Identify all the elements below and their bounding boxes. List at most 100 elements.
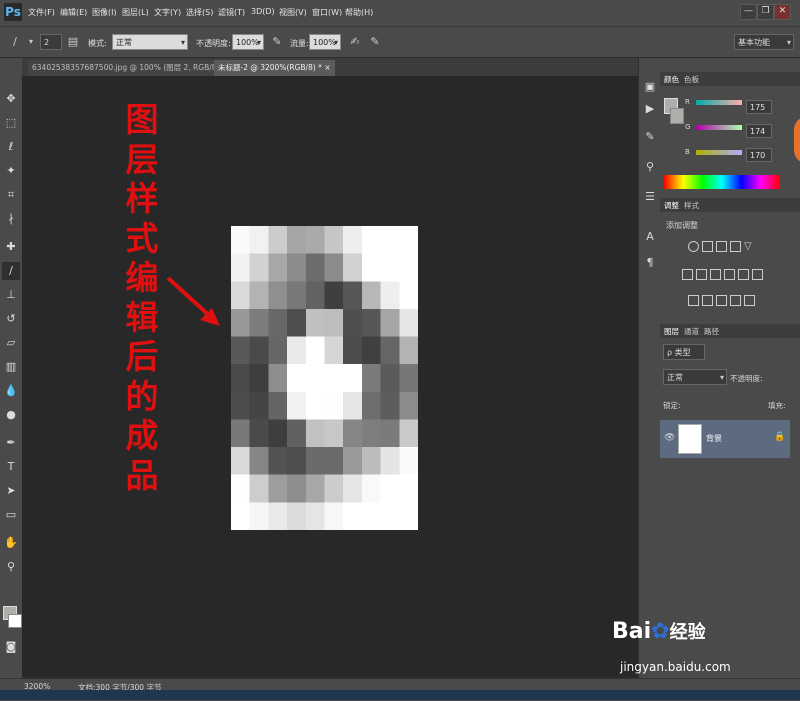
- posterize-icon[interactable]: [702, 295, 713, 306]
- tab-swatches[interactable]: 色板: [684, 74, 699, 85]
- color-bg-swatch[interactable]: [670, 108, 684, 124]
- layer-blend-select[interactable]: 正常 ▾: [663, 369, 727, 385]
- vibrance-icon[interactable]: ▽: [744, 241, 755, 252]
- channel-mixer-icon[interactable]: [738, 269, 749, 280]
- character-panel-icon[interactable]: A: [641, 228, 659, 246]
- menu-edit[interactable]: 编辑(E): [60, 7, 87, 18]
- tab-adjustments[interactable]: 调整: [664, 200, 679, 211]
- r-slider[interactable]: [696, 100, 742, 105]
- eyedropper-tool-icon[interactable]: ∤: [2, 210, 20, 228]
- pixel-cell: [287, 336, 307, 365]
- move-tool-icon[interactable]: ✥: [2, 90, 20, 108]
- menu-window[interactable]: 窗口(W): [312, 7, 342, 18]
- airbrush-icon[interactable]: ✍: [348, 35, 362, 49]
- blur-tool-icon[interactable]: 💧: [2, 382, 20, 400]
- magic-wand-icon[interactable]: ✦: [2, 162, 20, 180]
- shape-tool-icon[interactable]: ▭: [2, 506, 20, 524]
- menu-view[interactable]: 视图(V): [279, 7, 307, 18]
- clone-stamp-icon[interactable]: ⊥: [2, 286, 20, 304]
- invert-icon[interactable]: [688, 295, 699, 306]
- quick-mask-icon[interactable]: ◙: [2, 638, 20, 656]
- os-taskbar: [0, 690, 800, 700]
- zoom-tool-icon[interactable]: ⚲: [2, 558, 20, 576]
- brush-tool-icon[interactable]: ∕: [8, 35, 22, 49]
- dodge-tool-icon[interactable]: ●: [2, 406, 20, 424]
- actions-panel-icon[interactable]: ▶: [641, 100, 659, 118]
- r-value-input[interactable]: 175: [746, 100, 772, 114]
- lasso-tool-icon[interactable]: ℓ: [2, 138, 20, 156]
- tab-document-1[interactable]: 63402538357687500.jpg @ 100% (图层 2, RGB/…: [28, 60, 245, 76]
- opacity-input[interactable]: 100% ▾: [232, 34, 264, 50]
- menu-help[interactable]: 帮助(H): [345, 7, 373, 18]
- clone-source-icon[interactable]: ⚲: [641, 158, 659, 176]
- g-slider[interactable]: [696, 125, 742, 130]
- flow-input[interactable]: 100% ▾: [309, 34, 341, 50]
- color-lookup-icon[interactable]: [752, 269, 763, 280]
- path-selection-icon[interactable]: ➤: [2, 482, 20, 500]
- tab-document-2[interactable]: 未标题-2 @ 3200%(RGB/8) * ×: [214, 60, 335, 76]
- paragraph-panel-icon[interactable]: ¶: [641, 254, 659, 272]
- menu-file[interactable]: 文件(F): [28, 7, 55, 18]
- gradient-tool-icon[interactable]: ▥: [2, 358, 20, 376]
- tab-channels[interactable]: 通道: [684, 326, 699, 337]
- hand-tool-icon[interactable]: ✋: [2, 534, 20, 552]
- watermark-brand-cn: 经验: [669, 622, 706, 643]
- pressure-size-icon[interactable]: ✎: [368, 35, 382, 49]
- pen-tool-icon[interactable]: ✒: [2, 434, 20, 452]
- menu-layer[interactable]: 图层(L): [122, 7, 149, 18]
- photo-filter-icon[interactable]: [724, 269, 735, 280]
- tab-paths[interactable]: 路径: [704, 326, 719, 337]
- history-panel-icon[interactable]: ▣: [641, 78, 659, 96]
- color-spectrum[interactable]: [664, 175, 780, 189]
- hue-saturation-icon[interactable]: [682, 269, 693, 280]
- b-value-input[interactable]: 170: [746, 148, 772, 162]
- healing-brush-icon[interactable]: ✚: [2, 238, 20, 256]
- color-balance-icon[interactable]: [696, 269, 707, 280]
- mode-select[interactable]: 正常 ▾: [112, 34, 188, 50]
- brush-preset-icon[interactable]: ✎: [641, 128, 659, 146]
- history-brush-icon[interactable]: ↺: [2, 310, 20, 328]
- menu-select[interactable]: 选择(S): [186, 7, 213, 18]
- brush-size-picker[interactable]: 2: [40, 34, 62, 50]
- pixel-cell: [268, 308, 288, 338]
- brush-tool-icon[interactable]: ∕: [2, 262, 20, 280]
- close-icon[interactable]: ×: [324, 63, 330, 72]
- menu-filter[interactable]: 滤镜(T): [218, 7, 245, 18]
- chevron-down-icon[interactable]: ▾: [24, 35, 38, 49]
- brush-panel-icon[interactable]: ▤: [66, 35, 80, 49]
- tab-styles[interactable]: 样式: [684, 200, 699, 211]
- pressure-opacity-icon[interactable]: ✎: [270, 35, 284, 49]
- exposure-icon[interactable]: [730, 241, 741, 252]
- properties-panel-icon[interactable]: ☰: [641, 188, 659, 206]
- crop-tool-icon[interactable]: ⌗: [2, 186, 20, 204]
- pixel-cell: [287, 281, 307, 310]
- workspace-select[interactable]: 基本功能 ▾: [734, 34, 794, 50]
- eye-icon[interactable]: 👁: [664, 433, 675, 443]
- tab-color[interactable]: 颜色: [664, 74, 679, 85]
- selective-color-icon[interactable]: [730, 295, 741, 306]
- type-tool-icon[interactable]: T: [2, 458, 20, 476]
- flow-value: 100%: [313, 38, 336, 47]
- menu-image[interactable]: 图像(I): [92, 7, 117, 18]
- brightness-icon[interactable]: [688, 241, 699, 252]
- layer-row-background[interactable]: 👁 背景 🔒: [660, 420, 790, 458]
- curves-icon[interactable]: [716, 241, 727, 252]
- marquee-tool-icon[interactable]: ⬚: [2, 114, 20, 132]
- document-tabs: 63402538357687500.jpg @ 100% (图层 2, RGB/…: [22, 58, 638, 76]
- g-value-input[interactable]: 174: [746, 124, 772, 138]
- background-color-swatch[interactable]: [8, 614, 22, 628]
- pixel-cell: [287, 474, 307, 503]
- tab-layers[interactable]: 图层: [664, 326, 679, 337]
- black-white-icon[interactable]: [710, 269, 721, 280]
- menu-type[interactable]: 文字(Y): [154, 7, 181, 18]
- gradient-map-icon[interactable]: [744, 295, 755, 306]
- eraser-tool-icon[interactable]: ▱: [2, 334, 20, 352]
- b-slider[interactable]: [696, 150, 742, 155]
- menu-3d[interactable]: 3D(D): [251, 7, 275, 16]
- minimize-button[interactable]: —: [740, 4, 757, 20]
- restore-button[interactable]: ❐: [757, 4, 774, 20]
- threshold-icon[interactable]: [716, 295, 727, 306]
- layer-filter-select[interactable]: ρ 类型: [663, 344, 705, 360]
- close-button[interactable]: ✕: [774, 4, 791, 20]
- levels-icon[interactable]: [702, 241, 713, 252]
